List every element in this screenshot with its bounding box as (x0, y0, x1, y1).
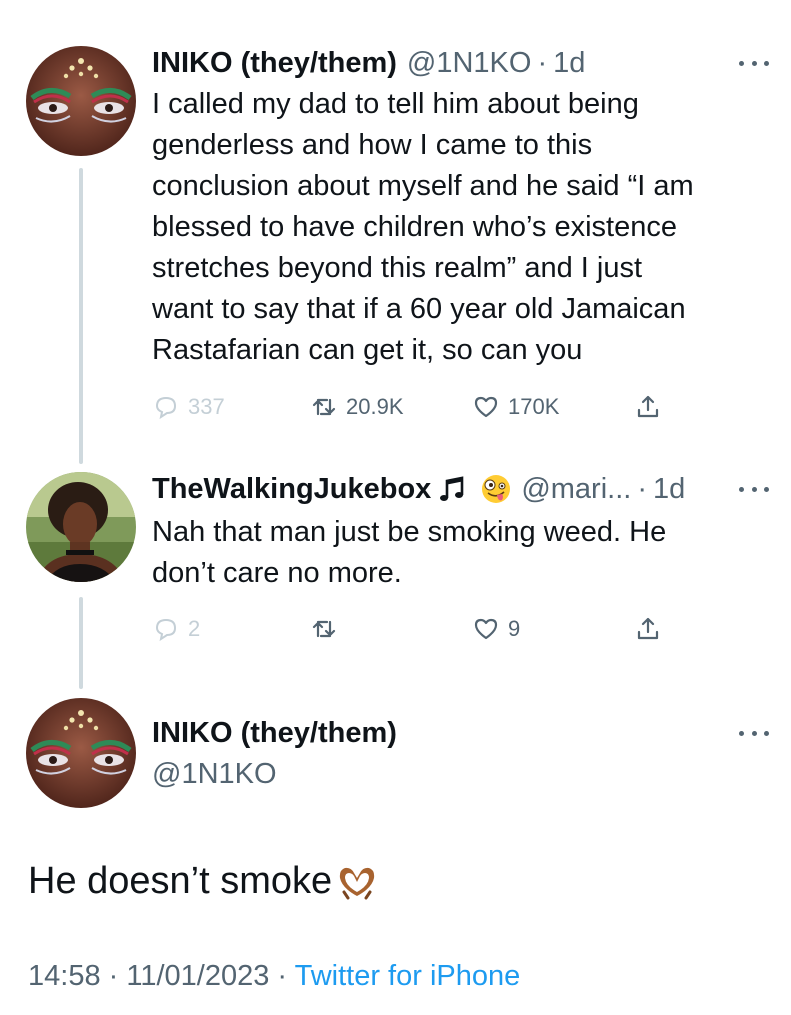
timestamp[interactable]: 1d (653, 473, 685, 506)
tweet-source-link[interactable]: Twitter for iPhone (295, 960, 521, 992)
music-notes-icon (437, 474, 467, 504)
reply-button[interactable]: 337 (152, 390, 225, 424)
more-options-icon[interactable] (739, 718, 769, 748)
reply-icon (155, 396, 177, 420)
tweet-text-line: Nah that man just be smoking weed. He (152, 516, 667, 548)
avatar[interactable] (26, 472, 136, 582)
tweet-text-line: don’t care no more. (152, 557, 402, 589)
tweet-meta: 14:58 · 11/01/2023 · Twitter for iPhone (28, 960, 520, 993)
timestamp[interactable]: 1d (553, 47, 585, 80)
avatar[interactable] (26, 698, 136, 808)
retweet-count: 20.9K (346, 394, 404, 419)
tweet-2[interactable]: TheWalkingJukebox @mari... · 1d Nah that… (0, 472, 791, 642)
share-button[interactable] (634, 612, 662, 646)
tweet-actions: 2 9 (152, 612, 672, 646)
share-icon (637, 617, 659, 640)
user-handle[interactable]: @mari... (521, 473, 631, 506)
tweet-text: He doesn’t smoke (28, 860, 333, 902)
separator: · (537, 46, 548, 79)
reply-count: 2 (188, 616, 201, 641)
tweet-text: Nah that man just be smoking weed. He do… (152, 512, 772, 594)
reply-count: 337 (188, 394, 225, 419)
display-name[interactable]: INIKO (they/them) (152, 47, 397, 80)
tweet-header: INIKO (they/them) @1N1KO · 1d (152, 46, 585, 80)
retweet-icon (312, 398, 336, 416)
display-name[interactable]: TheWalkingJukebox (152, 473, 431, 506)
more-options-icon[interactable] (739, 474, 769, 504)
like-button[interactable]: 170K (472, 390, 559, 424)
tweet-1[interactable]: INIKO (they/them) @1N1KO · 1d I called m… (0, 46, 791, 446)
focused-tweet-text: He doesn’t smoke (28, 860, 378, 903)
like-button[interactable]: 9 (472, 612, 520, 646)
tweet-text-line: I called my dad to tell him about being (152, 88, 639, 120)
tweet-actions: 337 20.9K 170K (152, 390, 672, 424)
display-name[interactable]: INIKO (they/them) (152, 717, 397, 750)
reply-icon (155, 618, 177, 642)
tweet-text-line: genderless and how I came to this (152, 129, 593, 161)
share-button[interactable] (634, 390, 662, 424)
share-icon (637, 395, 659, 418)
user-handle[interactable]: @1N1KO (407, 47, 532, 80)
tweet-date: 14:58 · 11/01/2023 · (28, 960, 288, 992)
avatar[interactable] (26, 46, 136, 156)
like-count: 9 (508, 616, 521, 641)
retweet-button[interactable] (310, 612, 346, 646)
reply-button[interactable]: 2 (152, 612, 200, 646)
tweet-text: I called my dad to tell him about being … (152, 84, 772, 371)
tweet-text-line: blessed to have children who’s existence (152, 211, 678, 243)
retweet-button[interactable]: 20.9K (310, 390, 404, 424)
tweet-text-line: want to say that if a 60 year old Jamaic… (152, 293, 686, 325)
more-options-icon[interactable] (739, 48, 769, 78)
zany-face-emoji (481, 474, 511, 504)
tweet-text-line: Rastafarian can get it, so can you (152, 334, 583, 366)
heart-hands-emoji (336, 862, 378, 902)
like-count: 170K (508, 394, 560, 419)
heart-icon (474, 618, 498, 640)
tweet-header: INIKO (they/them) (152, 716, 397, 750)
tweet-text-line: stretches beyond this realm” and I just (152, 252, 643, 284)
tweet-header: TheWalkingJukebox @mari... · 1d (152, 472, 685, 506)
user-handle[interactable]: @1N1KO (152, 758, 277, 791)
focused-tweet[interactable]: INIKO (they/them) @1N1KO (0, 698, 791, 808)
tweet-text-line: conclusion about myself and he said “I a… (152, 170, 694, 202)
heart-icon (474, 396, 498, 418)
separator: · (637, 472, 647, 505)
retweet-icon (312, 620, 336, 638)
